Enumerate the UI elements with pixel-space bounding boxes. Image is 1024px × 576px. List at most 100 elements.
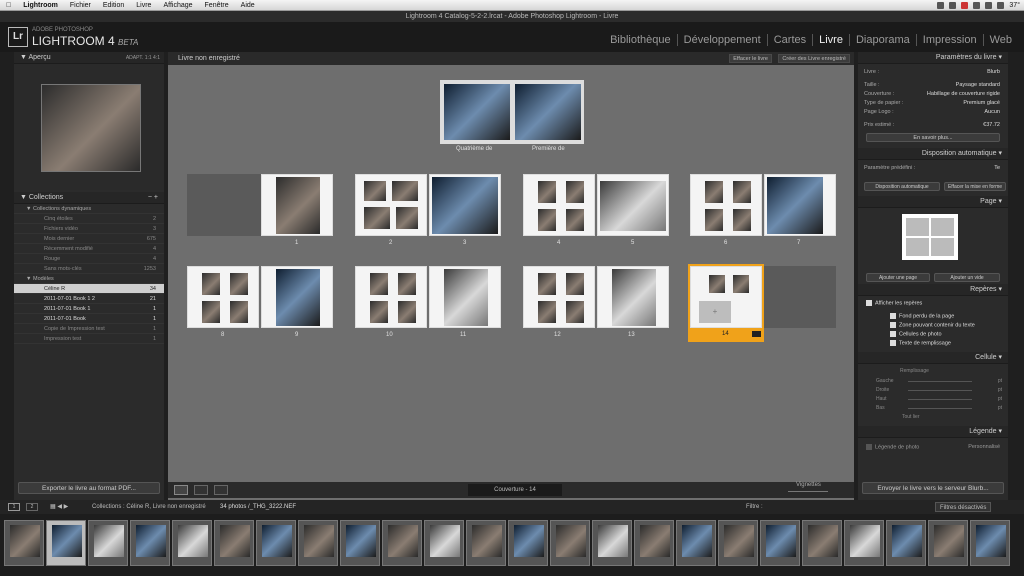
page-template-preview[interactable] <box>902 214 958 260</box>
padding-bottom-slider[interactable] <box>908 408 972 409</box>
cover-spread[interactable] <box>440 80 584 144</box>
auto-layout-header[interactable]: Disposition automatique ▾ <box>858 148 1008 160</box>
filmstrip-thumb[interactable] <box>172 520 212 566</box>
page-9[interactable] <box>261 266 333 328</box>
auto-layout-button[interactable]: Disposition automatique <box>864 182 940 191</box>
padding-right-slider[interactable] <box>908 390 972 391</box>
cover-row[interactable]: Couverture : Habillage de couverture rigi… <box>858 90 1008 99</box>
page-11[interactable] <box>429 266 501 328</box>
module-livre[interactable]: Livre <box>812 34 849 46</box>
list-item[interactable]: Copie de Impression test 1 <box>14 324 164 334</box>
filmstrip-thumb[interactable] <box>802 520 842 566</box>
logo-row[interactable]: Page Logo : Aucun <box>858 108 1008 117</box>
module-developpement[interactable]: Développement <box>676 34 767 46</box>
create-saved-book-button[interactable]: Créer des Livre enregistré <box>778 54 850 63</box>
filmstrip-thumb[interactable] <box>4 520 44 566</box>
page-3[interactable] <box>429 174 501 236</box>
list-item[interactable]: 2011-07-01 Book 1 <box>14 314 164 324</box>
grid-view-icon[interactable]: ▦ ◀ ▶ <box>50 500 68 514</box>
page-14-selected[interactable]: + 14 <box>688 264 764 342</box>
page-1[interactable] <box>261 174 333 236</box>
guide-bleed-checkbox[interactable]: Fond perdu de la page <box>890 313 954 319</box>
page-2[interactable] <box>355 174 427 236</box>
page-4[interactable] <box>523 174 595 236</box>
list-item[interactable]: Cinq étoiles 2 <box>14 214 164 224</box>
page-13[interactable] <box>597 266 669 328</box>
list-item[interactable]: 2011-07-01 Book 1 2 21 <box>14 294 164 304</box>
module-bibliotheque[interactable]: Bibliothèque <box>604 34 677 46</box>
list-item[interactable]: Fichiers vidéo 3 <box>14 224 164 234</box>
page-12[interactable] <box>523 266 595 328</box>
list-item[interactable]: Mois dernier 675 <box>14 234 164 244</box>
filmstrip-thumb[interactable] <box>970 520 1010 566</box>
preset-row[interactable]: Paramètre prédéfini : Te <box>858 164 1008 173</box>
preview-header[interactable]: ▼ Aperçu ADAPT. 1:1 4:1 <box>14 52 164 64</box>
send-to-blurb-button[interactable]: Envoyer le livre vers le serveur Blurb..… <box>862 482 1004 494</box>
page-navigator[interactable]: Couverture - 14 <box>468 484 562 496</box>
add-page-button[interactable]: Ajouter une page <box>866 273 930 282</box>
learn-more-button[interactable]: En savoir plus... <box>866 133 1000 142</box>
filmstrip-thumb[interactable] <box>424 520 464 566</box>
filmstrip-thumb[interactable] <box>256 520 296 566</box>
filmstrip-thumb[interactable] <box>340 520 380 566</box>
filmstrip-thumb[interactable] <box>508 520 548 566</box>
filmstrip-thumb[interactable] <box>718 520 758 566</box>
filmstrip-thumb[interactable] <box>634 520 674 566</box>
menu-edition[interactable]: Edition <box>97 2 130 9</box>
sync-icon[interactable] <box>949 1 957 9</box>
record-icon[interactable] <box>961 1 969 9</box>
guide-text-safe-checkbox[interactable]: Zone pouvant contenir du texte <box>890 322 975 328</box>
primary-window-icon[interactable]: 1 <box>8 503 20 511</box>
book-settings-header[interactable]: Paramètres du livre ▾ <box>858 52 1008 64</box>
preview-zoom-options[interactable]: ADAPT. 1:1 4:1 <box>126 52 160 64</box>
filmstrip-thumb[interactable] <box>886 520 926 566</box>
page-10[interactable] <box>355 266 427 328</box>
filmstrip-thumb[interactable] <box>214 520 254 566</box>
caption-header[interactable]: Légende ▾ <box>858 426 1008 438</box>
cell-header[interactable]: Cellule ▾ <box>858 352 1008 364</box>
filmstrip-thumb[interactable] <box>844 520 884 566</box>
guides-header[interactable]: Repères ▾ <box>858 284 1008 296</box>
export-pdf-button[interactable]: Exporter le livre au format PDF... <box>18 482 160 494</box>
clear-layout-button[interactable]: Effacer la mise en forme <box>944 182 1006 191</box>
apple-icon[interactable]:  <box>0 2 17 9</box>
caption-preset-select[interactable]: Personnalisé <box>968 444 1000 450</box>
menu-fichier[interactable]: Fichier <box>64 2 97 9</box>
spread-view-icon[interactable] <box>194 485 208 495</box>
list-item[interactable]: ▼ Modèles <box>14 274 164 284</box>
module-web[interactable]: Web <box>982 34 1018 46</box>
menu-affichage[interactable]: Affichage <box>157 2 198 9</box>
list-item[interactable]: Impression test 1 <box>14 334 164 344</box>
padding-left-slider[interactable] <box>908 381 972 382</box>
paper-row[interactable]: Type de papier : Premium glacé <box>858 99 1008 108</box>
page-header[interactable]: Page ▾ <box>858 196 1008 208</box>
empty-cell-plus-icon[interactable]: + <box>699 301 731 323</box>
guide-filler-text-checkbox[interactable]: Texte de remplissage <box>890 340 951 346</box>
list-item[interactable]: ▼ Collections dynamiques <box>14 204 164 214</box>
list-item[interactable]: 2011-07-01 Book 11 <box>14 304 164 314</box>
collections-header[interactable]: ▼ Collections − + <box>14 192 164 204</box>
filmstrip-thumb[interactable] <box>466 520 506 566</box>
page-6[interactable] <box>690 174 762 236</box>
clear-book-button[interactable]: Effacer le livre <box>729 54 772 63</box>
show-guides-checkbox[interactable]: Afficher les repères <box>866 300 922 306</box>
filmstrip-thumb[interactable] <box>550 520 590 566</box>
padding-top-slider[interactable] <box>908 399 972 400</box>
module-diaporama[interactable]: Diaporama <box>848 34 916 46</box>
size-row[interactable]: Taille : Paysage standard <box>858 81 1008 90</box>
filmstrip-thumb[interactable] <box>298 520 338 566</box>
filmstrip-thumb[interactable] <box>760 520 800 566</box>
menu-app[interactable]: Lightroom <box>17 2 64 9</box>
filmstrip-thumb[interactable] <box>928 520 968 566</box>
thumbnail-size-slider[interactable] <box>788 491 828 492</box>
battery-icon[interactable] <box>997 1 1005 9</box>
page-8[interactable] <box>187 266 259 328</box>
filmstrip-thumb[interactable] <box>592 520 632 566</box>
list-item-selected[interactable]: Céline R 34 <box>14 284 164 294</box>
photo-caption-checkbox[interactable]: Légende de photo <box>866 444 919 450</box>
multi-page-view-icon[interactable] <box>174 485 188 495</box>
menu-fenetre[interactable]: Fenêtre <box>199 2 235 9</box>
module-cartes[interactable]: Cartes <box>766 34 812 46</box>
filmstrip-thumb-selected[interactable] <box>46 520 86 566</box>
page-7[interactable] <box>764 174 836 236</box>
